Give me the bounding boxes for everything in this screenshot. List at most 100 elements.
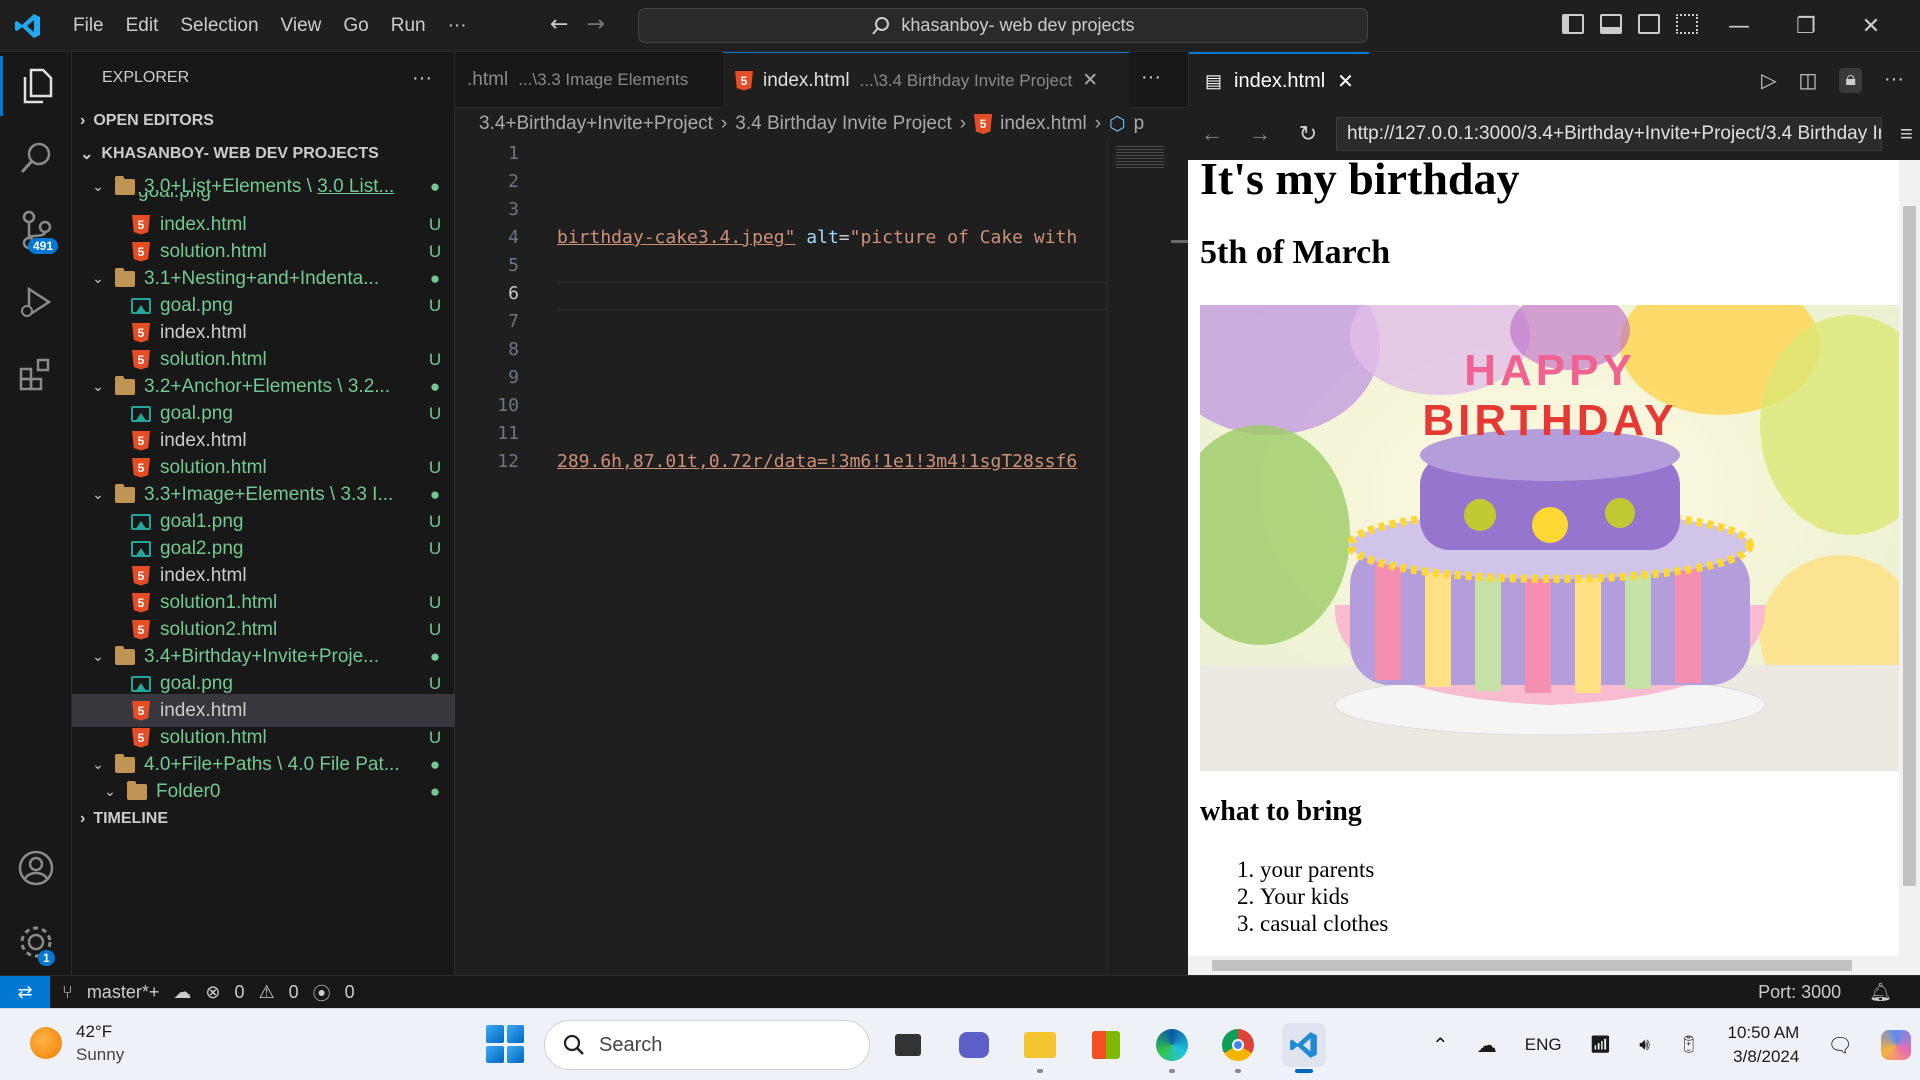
editor-scrollbar[interactable] xyxy=(1171,140,1188,975)
menu-file[interactable]: File xyxy=(62,15,115,37)
chevron-down-icon: ⌄ xyxy=(92,648,104,664)
close-tab-icon[interactable]: ✕ xyxy=(1082,69,1098,92)
split-editor-icon[interactable]: ◫ xyxy=(1798,68,1817,93)
run-icon[interactable]: ▷ xyxy=(1761,68,1776,93)
explorer-icon[interactable] xyxy=(0,56,72,116)
language-indicator[interactable]: ENG xyxy=(1525,1035,1562,1055)
minimap[interactable] xyxy=(1107,140,1171,975)
chevron-up-icon[interactable]: ⌃ xyxy=(1432,1033,1449,1058)
battery-icon[interactable]: 🔋︎ xyxy=(1678,1035,1700,1055)
wifi-icon[interactable]: 📶︎ xyxy=(1590,1035,1612,1055)
timeline-section[interactable]: › TIMELINE xyxy=(72,802,455,835)
vscode-taskbar-icon[interactable] xyxy=(1282,1023,1326,1073)
manage-gear-icon[interactable]: 1 xyxy=(0,912,72,972)
chrome-browser-icon[interactable] xyxy=(1216,1023,1260,1073)
forward-arrow-icon[interactable]: → xyxy=(586,12,604,37)
copilot-icon[interactable] xyxy=(1880,1030,1911,1060)
microsoft-store-icon[interactable] xyxy=(1084,1023,1128,1067)
scrollbar-thumb[interactable] xyxy=(1903,206,1916,886)
menu-icon[interactable]: ≡ xyxy=(1900,121,1913,147)
birthday-cake-image: HAPPY BIRTHDAY xyxy=(1200,305,1899,771)
restore-icon[interactable]: ❐ xyxy=(1796,14,1816,39)
onedrive-icon[interactable]: ☁ xyxy=(1477,1033,1497,1058)
html-file-icon: 5 xyxy=(132,430,150,451)
search-view-icon[interactable] xyxy=(0,128,72,188)
command-center-search[interactable]: khasanboy- web dev projects xyxy=(638,8,1368,43)
menu-more-button[interactable]: ··· xyxy=(437,15,478,37)
breadcrumb-item[interactable]: p xyxy=(1134,113,1145,135)
toggle-primary-sidebar-icon[interactable] xyxy=(1562,14,1584,34)
customize-layout-icon[interactable] xyxy=(1676,14,1698,34)
menu-run[interactable]: Run xyxy=(380,15,437,37)
remote-icon[interactable]: ⇄ xyxy=(0,976,50,1009)
close-tab-icon[interactable]: ✕ xyxy=(1337,69,1354,94)
code-editor[interactable]: 1 2 3 4 5 6 7 8 9 10 11 12 birthday-cake… xyxy=(455,140,1107,975)
ports-count[interactable]: 0 xyxy=(345,982,355,1003)
preview-horizontal-scrollbar[interactable] xyxy=(1188,956,1899,975)
menu-selection[interactable]: Selection xyxy=(169,15,269,37)
tab-index-html[interactable]: 5 index.html ...\3.4 Birthday Invite Pro… xyxy=(723,52,1129,108)
breadcrumb-item[interactable]: index.html xyxy=(1000,113,1087,135)
edge-browser-icon[interactable] xyxy=(1150,1023,1194,1073)
toggle-secondary-sidebar-icon[interactable] xyxy=(1638,14,1660,34)
source-control-icon[interactable]: 491 xyxy=(0,200,72,260)
search-text: khasanboy- web dev projects xyxy=(901,15,1135,35)
breadcrumb: 3.4+Birthday+Invite+Project › 3.4 Birthd… xyxy=(455,108,1188,140)
folder-icon xyxy=(115,375,135,395)
chevron-down-icon: ⌄ xyxy=(92,756,104,772)
extensions-icon[interactable] xyxy=(0,344,72,404)
git-branch[interactable]: master*+ xyxy=(87,982,160,1003)
breadcrumb-item[interactable]: 3.4+Birthday+Invite+Project xyxy=(479,113,713,135)
chat-icon[interactable] xyxy=(952,1023,996,1067)
editor-more-button[interactable]: ··· xyxy=(1141,66,1161,89)
explorer-more-button[interactable]: ··· xyxy=(412,67,432,90)
forward-arrow-icon[interactable]: → xyxy=(1236,121,1284,147)
more-actions-icon[interactable]: ··· xyxy=(1884,68,1904,93)
html-file-icon: 5 xyxy=(132,349,150,370)
menu-edit[interactable]: Edit xyxy=(115,15,170,37)
sync-icon[interactable]: ☁ xyxy=(173,982,191,1003)
weather-condition: Sunny xyxy=(76,1045,125,1064)
image-file-icon xyxy=(131,405,151,422)
settings-badge: 1 xyxy=(38,950,55,966)
tab-preview-index[interactable]: ▤ index.html ✕ xyxy=(1189,52,1369,108)
html-file-icon: 5 xyxy=(974,114,993,134)
open-editors-section[interactable]: › OPEN EDITORS xyxy=(72,104,454,137)
notifications-bell-icon[interactable]: 🔔︎ xyxy=(1869,982,1892,1003)
file-row[interactable]: goal.png xyxy=(72,192,455,208)
windows-start-icon[interactable] xyxy=(486,1025,524,1063)
tab-image-elements[interactable]: .html ...\3.3 Image Elements xyxy=(455,52,720,108)
weather-widget[interactable]: 42°F Sunny xyxy=(30,1020,124,1066)
close-icon[interactable]: ✕ xyxy=(1862,14,1880,39)
html-file-icon: 5 xyxy=(132,322,150,343)
run-debug-icon[interactable] xyxy=(0,272,72,332)
system-clock[interactable]: 10:50 AM 3/8/2024 xyxy=(1728,1021,1800,1069)
notification-icon[interactable]: 🗨︎ xyxy=(1827,1033,1852,1058)
live-server-port[interactable]: Port: 3000 xyxy=(1758,982,1841,1003)
minimize-icon[interactable]: — xyxy=(1728,14,1750,39)
menu-view[interactable]: View xyxy=(270,15,333,37)
vscode-logo-icon[interactable] xyxy=(14,12,42,40)
image-file-icon xyxy=(131,675,151,692)
line-number: 7 xyxy=(508,311,519,332)
warning-count[interactable]: 0 xyxy=(289,982,299,1003)
toggle-panel-icon[interactable] xyxy=(1600,14,1622,34)
menu-go[interactable]: Go xyxy=(332,15,379,37)
breadcrumb-item[interactable]: 3.4 Birthday Invite Project xyxy=(735,113,952,135)
project-section[interactable]: ⌄ KHASANBOY- WEB DEV PROJECTS xyxy=(72,137,454,170)
preview-vertical-scrollbar[interactable] xyxy=(1899,160,1920,975)
browser-preview[interactable]: It's my birthday 5th of March HAPPY BIRT… xyxy=(1188,160,1899,975)
error-count[interactable]: 0 xyxy=(234,982,244,1003)
cake-topper-text: BIRTHDAY xyxy=(1422,396,1677,445)
volume-icon[interactable]: 🔊︎ xyxy=(1639,1035,1650,1055)
scrollbar-thumb[interactable] xyxy=(1212,960,1852,971)
lock-icon[interactable]: 🔒︎ xyxy=(1839,68,1863,93)
back-arrow-icon[interactable]: ← xyxy=(1188,121,1236,147)
reload-icon[interactable]: ↻ xyxy=(1284,121,1332,147)
back-arrow-icon[interactable]: ← xyxy=(550,12,568,37)
taskbar-search[interactable]: Search xyxy=(544,1020,870,1070)
accounts-icon[interactable] xyxy=(0,838,72,898)
file-explorer-icon[interactable] xyxy=(1018,1023,1062,1073)
task-view-icon[interactable] xyxy=(886,1023,930,1067)
url-input[interactable]: http://127.0.0.1:3000/3.4+Birthday+Invit… xyxy=(1336,117,1882,151)
